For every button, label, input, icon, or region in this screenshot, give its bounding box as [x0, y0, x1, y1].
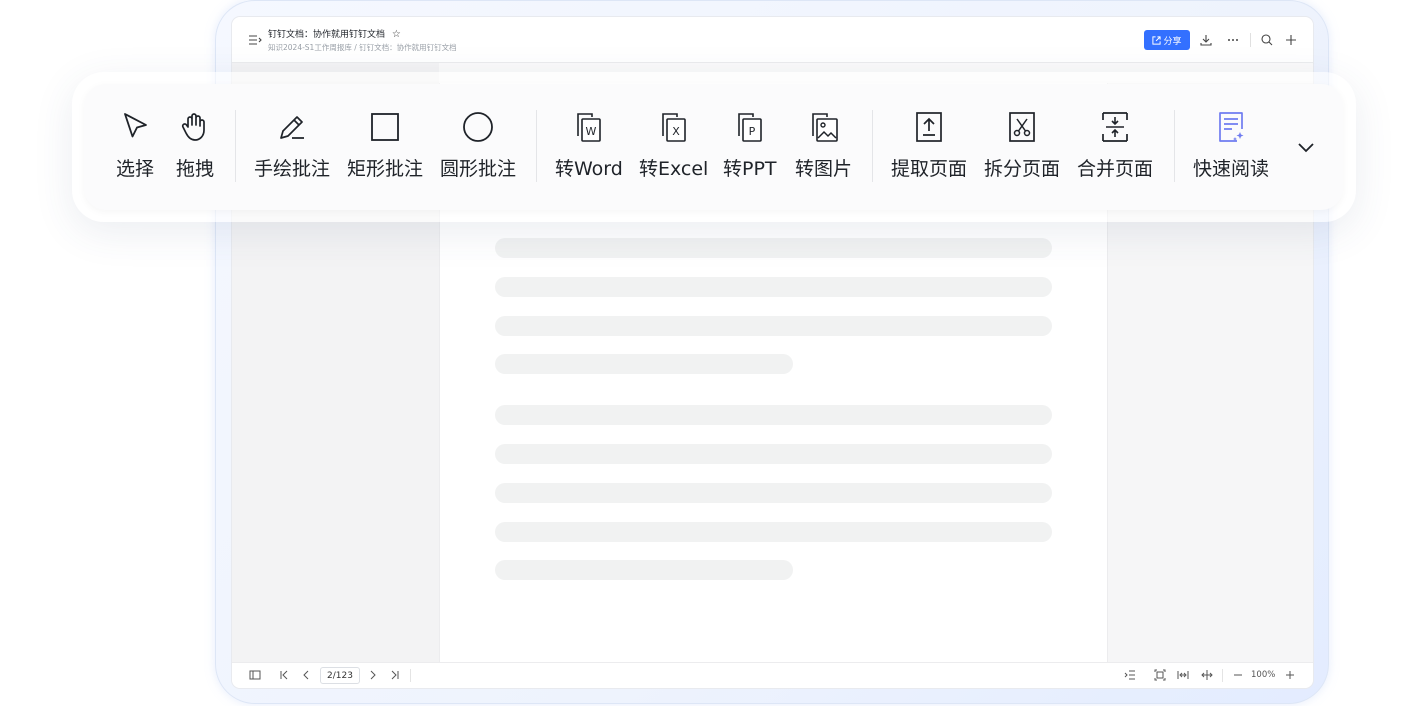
- fit-height-icon[interactable]: [1201, 669, 1213, 681]
- fit-width-icon[interactable]: [1177, 669, 1189, 681]
- doc-title: 钉钉文档：协作就用钉钉文档 ☆: [268, 27, 401, 40]
- skeleton-line: [495, 444, 1052, 464]
- skeleton-line: [495, 560, 793, 580]
- ppt-file-icon: P: [737, 113, 762, 142]
- breadcrumb[interactable]: 知识2024-S1工作周报库 / 钉钉文档：协作就用钉钉文档: [268, 42, 457, 53]
- cursor-arrow-icon: [124, 113, 147, 138]
- select-tool[interactable]: 选择: [116, 110, 154, 181]
- skeleton-line: [495, 483, 1052, 503]
- rectangle-tool-label: 矩形批注: [347, 158, 424, 180]
- external-link-icon: [1152, 35, 1162, 45]
- rectangle-annotation-tool[interactable]: 矩形批注: [347, 110, 423, 181]
- first-page-icon[interactable]: [279, 669, 289, 681]
- convert-image-label: 转图片: [795, 158, 853, 180]
- convert-word-tool[interactable]: W 转Word: [555, 110, 623, 181]
- convert-word-label: 转Word: [555, 158, 623, 180]
- quick-read-label: 快速阅读: [1193, 158, 1270, 180]
- split-pages-tool[interactable]: 拆分页面: [984, 110, 1060, 181]
- extract-page-icon: [916, 112, 942, 142]
- pen-icon: [280, 116, 304, 139]
- scissors-page-icon: [1009, 112, 1035, 142]
- divider: [1222, 669, 1223, 682]
- merge-page-icon: [1102, 112, 1128, 142]
- freehand-annotation-tool[interactable]: 手绘批注: [254, 110, 330, 181]
- select-tool-label: 选择: [116, 158, 155, 180]
- prev-page-icon[interactable]: [301, 669, 311, 681]
- convert-excel-label: 转Excel: [639, 158, 709, 180]
- star-icon[interactable]: ☆: [392, 29, 401, 40]
- word-file-icon: W: [577, 113, 601, 142]
- next-page-icon[interactable]: [368, 669, 378, 681]
- quick-read-icon: [1219, 112, 1244, 142]
- search-icon[interactable]: [1260, 33, 1274, 47]
- toolbar-separator: [536, 110, 537, 182]
- sidebar-toggle-icon[interactable]: [249, 669, 261, 681]
- top-bar: 钉钉文档：协作就用钉钉文档 ☆ 知识2024-S1工作周报库 / 钉钉文档：协作…: [232, 17, 1313, 63]
- outline-icon[interactable]: [1124, 669, 1136, 681]
- share-button[interactable]: 分享: [1144, 30, 1190, 50]
- merge-pages-label: 合并页面: [1077, 158, 1154, 180]
- divider: [1250, 33, 1251, 47]
- divider: [410, 669, 411, 682]
- zoom-level[interactable]: 100%: [1251, 670, 1275, 680]
- circle-tool-label: 圆形批注: [440, 158, 517, 180]
- menu-icon[interactable]: [248, 34, 262, 46]
- download-icon[interactable]: [1199, 33, 1213, 47]
- skeleton-line: [495, 316, 1052, 336]
- merge-pages-tool[interactable]: 合并页面: [1077, 110, 1153, 181]
- toolbar-separator: [235, 110, 236, 182]
- fit-page-icon[interactable]: [1154, 669, 1166, 681]
- bottom-bar: 2/123 100%: [232, 662, 1313, 688]
- extract-pages-tool[interactable]: 提取页面: [891, 110, 967, 181]
- extract-pages-label: 提取页面: [891, 158, 968, 180]
- toolbar-separator: [872, 110, 873, 182]
- image-file-icon: [811, 113, 838, 142]
- chevron-down-icon[interactable]: [1295, 136, 1317, 158]
- more-icon[interactable]: [1226, 33, 1240, 47]
- square-icon: [371, 113, 399, 141]
- floating-toolbar: 选择 拖拽 手绘批注 矩形批注 圆形批注 W 转Word X 转Excel P …: [84, 84, 1343, 210]
- svg-text:P: P: [748, 125, 755, 138]
- quick-read-tool[interactable]: 快速阅读: [1193, 110, 1269, 181]
- last-page-icon[interactable]: [390, 669, 400, 681]
- skeleton-line: [495, 405, 1052, 425]
- circle-icon: [463, 112, 493, 142]
- convert-ppt-tool[interactable]: P 转PPT: [723, 110, 777, 181]
- zoom-out-icon[interactable]: [1233, 669, 1243, 681]
- drag-tool[interactable]: 拖拽: [176, 110, 214, 181]
- skeleton-line: [495, 277, 1052, 297]
- toolbar-separator: [1174, 110, 1175, 182]
- svg-text:W: W: [585, 125, 596, 138]
- excel-file-icon: X: [661, 113, 686, 142]
- skeleton-line: [495, 354, 793, 374]
- doc-title-text: 钉钉文档：协作就用钉钉文档: [268, 30, 386, 40]
- svg-text:X: X: [672, 125, 680, 138]
- page-number-input[interactable]: 2/123: [320, 667, 360, 684]
- hand-icon: [181, 113, 205, 141]
- circle-annotation-tool[interactable]: 圆形批注: [440, 110, 516, 181]
- zoom-in-icon[interactable]: [1285, 669, 1295, 681]
- split-pages-label: 拆分页面: [984, 158, 1061, 180]
- convert-image-tool[interactable]: 转图片: [795, 110, 852, 181]
- plus-icon[interactable]: [1284, 33, 1298, 47]
- share-label: 分享: [1163, 36, 1182, 47]
- skeleton-line: [495, 238, 1052, 258]
- convert-ppt-label: 转PPT: [723, 158, 777, 180]
- freehand-tool-label: 手绘批注: [254, 158, 331, 180]
- drag-tool-label: 拖拽: [176, 158, 215, 180]
- convert-excel-tool[interactable]: X 转Excel: [639, 110, 708, 181]
- skeleton-line: [495, 522, 1052, 542]
